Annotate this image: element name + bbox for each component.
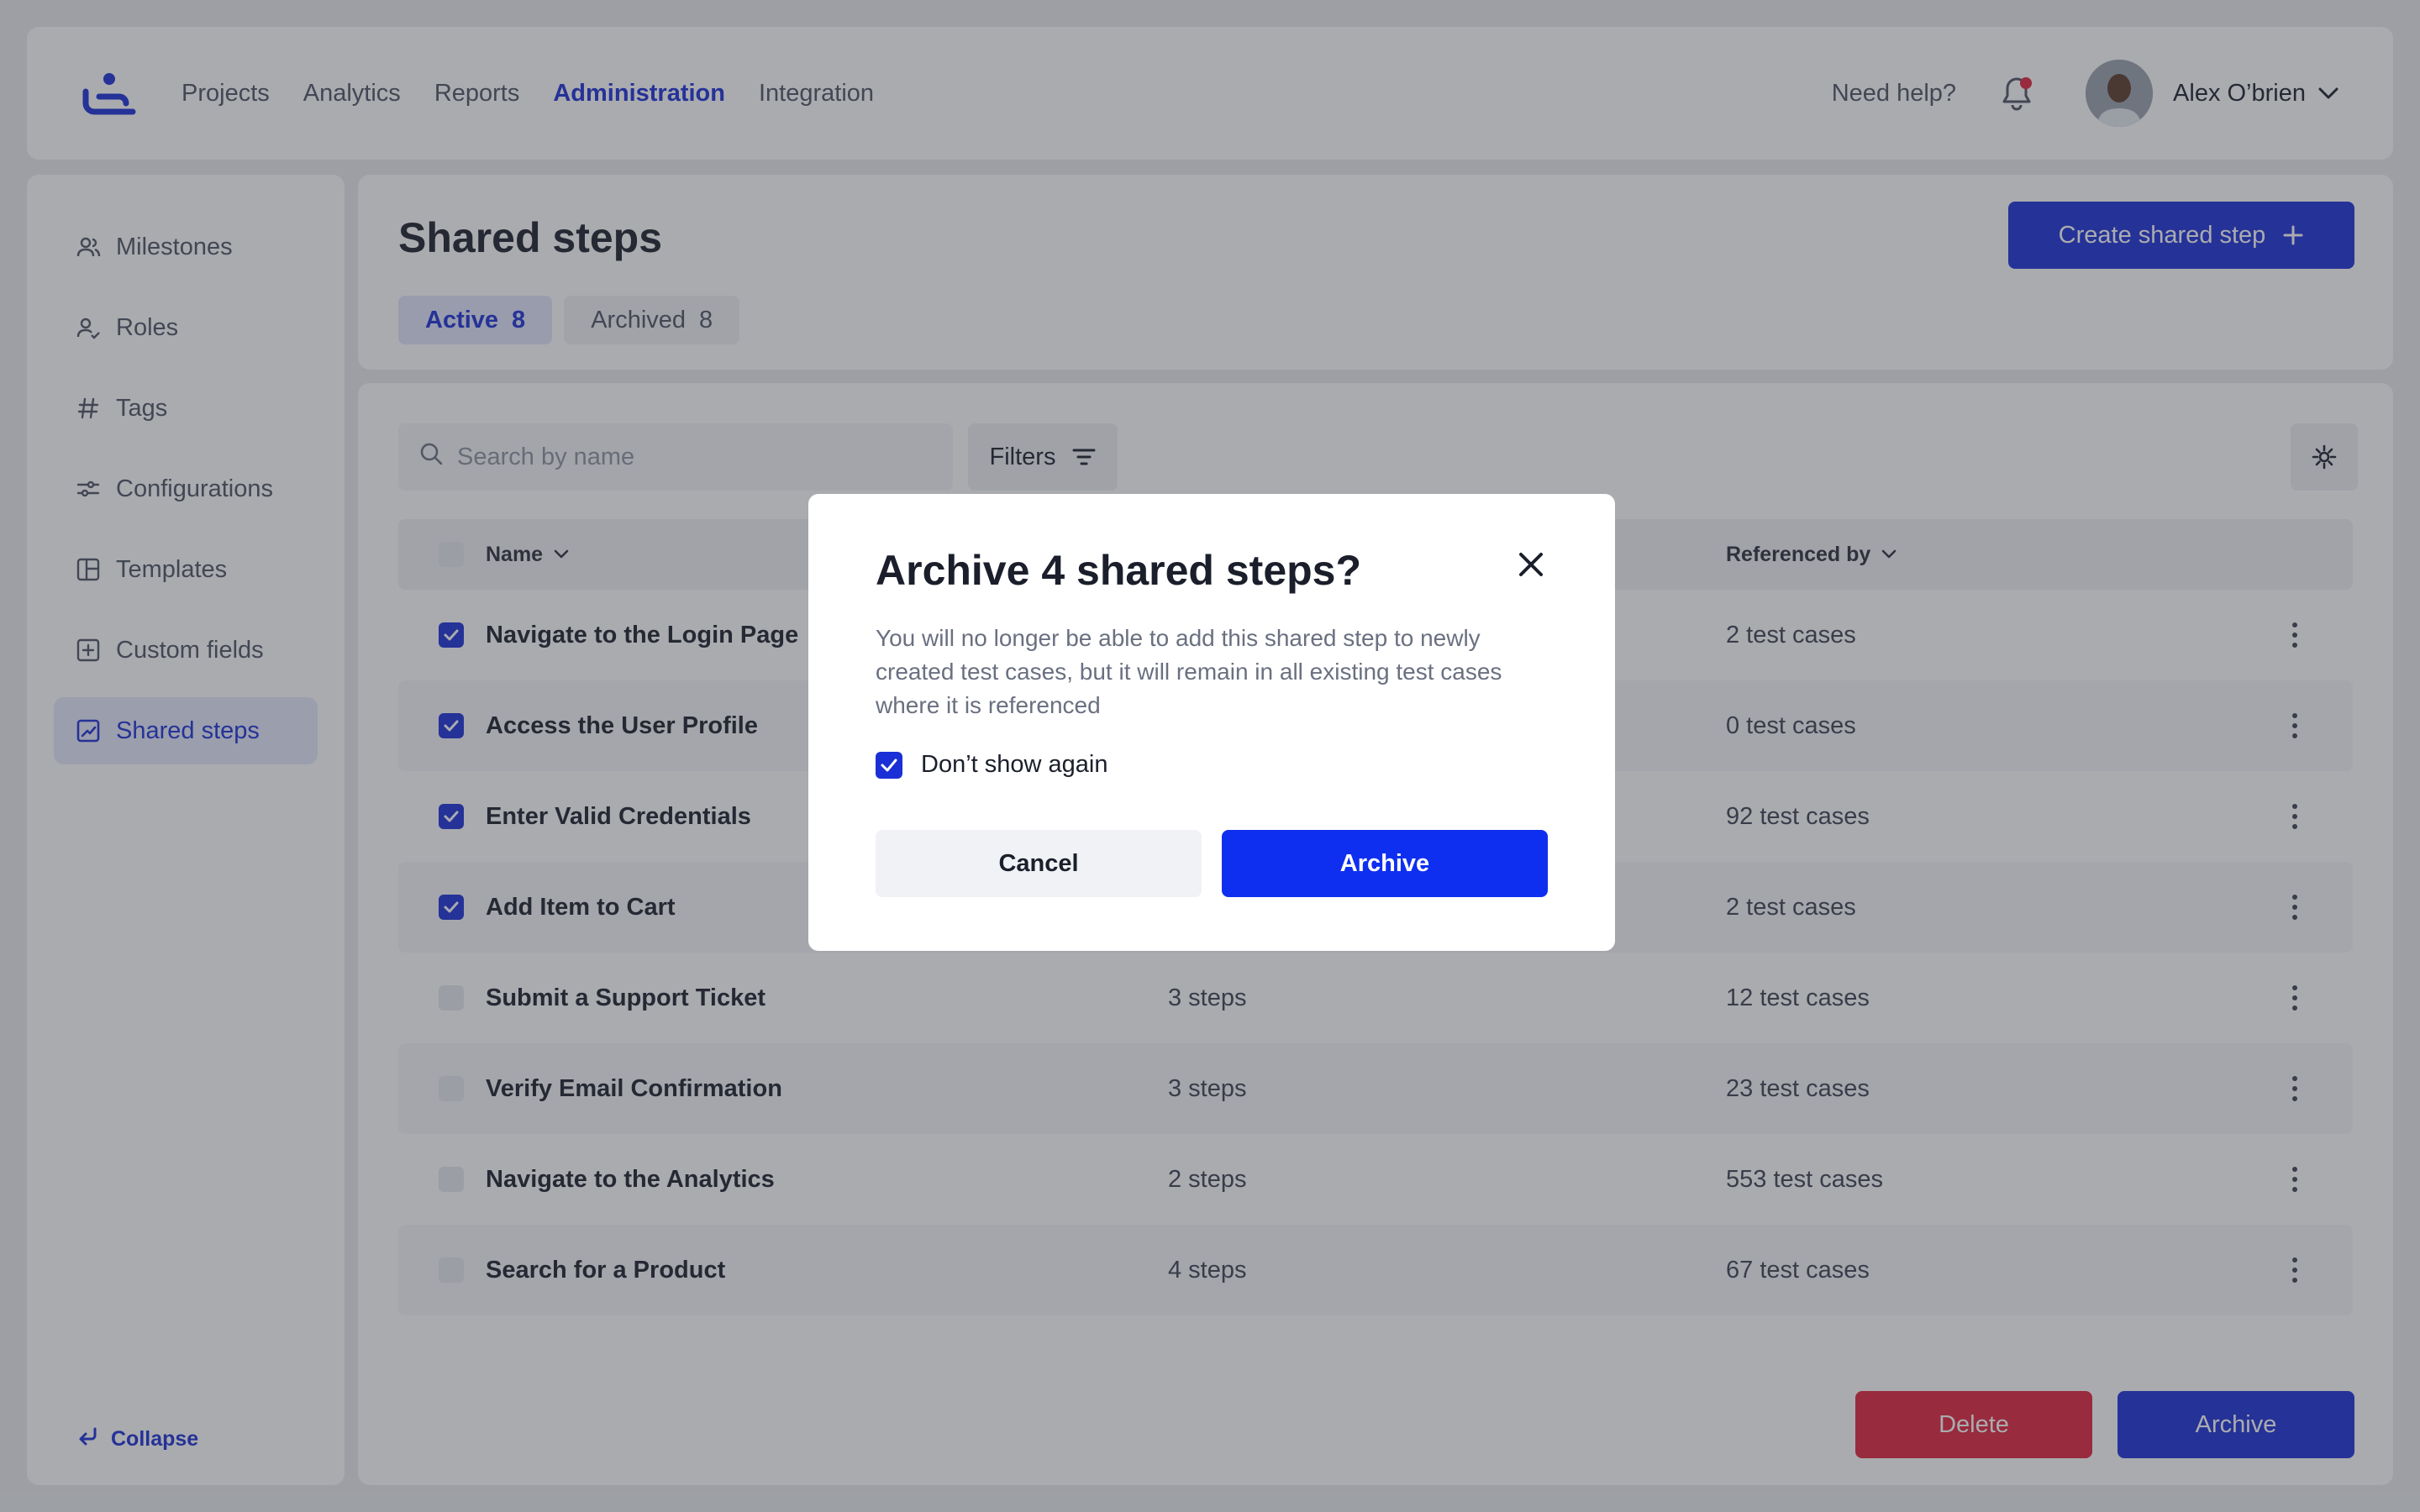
dialog-description: You will no longer be able to add this s… [876, 625, 1502, 718]
cancel-button[interactable]: Cancel [876, 830, 1202, 897]
app-root: Projects Analytics Reports Administratio… [0, 0, 2420, 1512]
confirm-archive-button[interactable]: Archive [1222, 830, 1548, 897]
dont-show-again-checkbox[interactable] [876, 751, 902, 779]
archive-dialog: Archive 4 shared steps? You will no long… [808, 494, 1615, 951]
dialog-title: Archive 4 shared steps? [876, 547, 1362, 594]
close-icon[interactable] [1514, 548, 1548, 581]
dont-show-again-option[interactable]: Don’t show again [876, 751, 1107, 779]
check-icon [881, 759, 897, 771]
dont-show-again-label: Don’t show again [921, 751, 1108, 778]
